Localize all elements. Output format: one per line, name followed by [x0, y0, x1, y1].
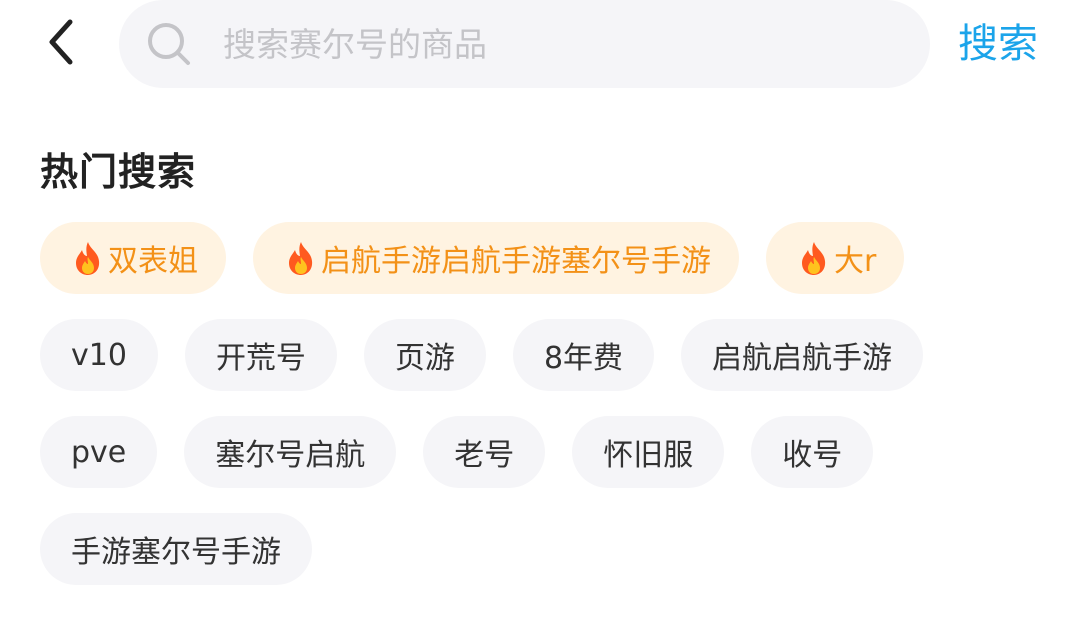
- fire-icon: [72, 240, 104, 276]
- search-tag[interactable]: 收号: [751, 416, 874, 488]
- search-bar[interactable]: [119, 0, 930, 88]
- search-page: 搜索 热门搜索 双表姐: [0, 0, 1080, 617]
- hot-tag-label: 大r: [834, 244, 877, 279]
- search-tag[interactable]: 启航启航手游: [681, 319, 924, 391]
- search-input[interactable]: [223, 24, 863, 64]
- search-tag[interactable]: 页游: [363, 319, 486, 391]
- search-button[interactable]: 搜索: [958, 18, 1038, 70]
- tag-row: pve 塞尔号启航 老号 怀旧服 收号: [40, 416, 1050, 488]
- search-tag[interactable]: 8年费: [512, 319, 655, 391]
- hot-search-tags: 双表姐 启航手游启航手游塞尔号手游 大r v10 开荒号 页游 8年费 启航启航…: [40, 222, 1050, 610]
- fire-icon: [285, 240, 317, 276]
- search-tag[interactable]: 手游塞尔号手游: [40, 513, 312, 585]
- back-button[interactable]: [30, 12, 90, 76]
- chevron-left-icon: [40, 14, 80, 74]
- search-tag[interactable]: 开荒号: [184, 319, 337, 391]
- hot-tag[interactable]: 大r: [766, 222, 905, 294]
- hot-tag[interactable]: 启航手游启航手游塞尔号手游: [253, 222, 739, 294]
- search-tag[interactable]: 怀旧服: [572, 416, 725, 488]
- search-tag[interactable]: v10: [40, 319, 158, 391]
- tag-row: 手游塞尔号手游: [40, 513, 1050, 585]
- search-tag[interactable]: 老号: [423, 416, 546, 488]
- hot-search-title: 热门搜索: [40, 150, 197, 194]
- fire-icon: [798, 240, 830, 276]
- hot-tag[interactable]: 双表姐: [40, 222, 226, 294]
- tag-row: v10 开荒号 页游 8年费 启航启航手游: [40, 319, 1050, 391]
- search-icon: [145, 20, 193, 68]
- search-tag[interactable]: 塞尔号启航: [184, 416, 397, 488]
- hot-tag-label: 启航手游启航手游塞尔号手游: [321, 244, 711, 279]
- hot-tag-label: 双表姐: [108, 244, 198, 279]
- search-tag[interactable]: pve: [40, 416, 158, 488]
- tag-row-hot: 双表姐 启航手游启航手游塞尔号手游 大r: [40, 222, 1050, 294]
